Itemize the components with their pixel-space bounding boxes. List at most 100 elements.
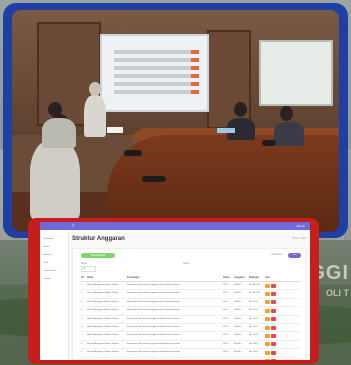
table-cell: 850000 bbox=[234, 317, 241, 320]
delete-icon[interactable] bbox=[271, 342, 276, 347]
table-cell: 850000 bbox=[234, 325, 241, 328]
delete-icon[interactable] bbox=[271, 308, 276, 313]
breadcrumb[interactable]: Home / Data bbox=[292, 237, 306, 240]
table-row: 1 Struktur Anggaran Belanja Daerah Keteran… bbox=[81, 282, 301, 291]
menu-icon[interactable]: ≡ bbox=[72, 224, 74, 228]
col-header[interactable]: Tahun bbox=[223, 275, 234, 281]
attendee-right-2 bbox=[274, 122, 304, 146]
search-button[interactable]: Cari bbox=[288, 253, 301, 258]
table-row: 3 Struktur Anggaran Belanja Daerah Keteran… bbox=[81, 299, 301, 308]
microphone bbox=[262, 140, 276, 146]
col-header[interactable]: Keterangan bbox=[127, 275, 223, 281]
edit-icon[interactable] bbox=[265, 308, 270, 313]
table-cell: Keterangan data struktur anggaran daerah… bbox=[127, 309, 181, 312]
edit-icon[interactable] bbox=[265, 283, 270, 288]
table-cell: Rp 4.000 bbox=[249, 300, 258, 303]
table-cell: Keterangan data struktur anggaran daerah… bbox=[127, 300, 181, 303]
table-row: 10Struktur Anggaran Belanja DaerahKetera… bbox=[81, 358, 301, 360]
row-actions bbox=[265, 341, 301, 348]
table-row: 2 Struktur Anggaran Belanja Daerah Keteran… bbox=[81, 290, 301, 299]
table-cell: Rp 4.000 bbox=[249, 309, 258, 312]
table-cell: 850000 bbox=[234, 284, 241, 286]
table-cell: Keterangan data struktur anggaran daerah… bbox=[127, 317, 181, 320]
attendee-right-2-head bbox=[280, 106, 293, 121]
top-bar: ≡ Admin bbox=[40, 222, 310, 230]
table-cell: 850000 bbox=[234, 334, 241, 337]
delete-icon[interactable] bbox=[271, 283, 276, 288]
table-row: 9 Struktur Anggaran Belanja Daerah Keteran… bbox=[81, 349, 301, 358]
table-cell: 2023 bbox=[223, 300, 228, 303]
sidebar-item-4[interactable]: Layanan Data bbox=[43, 270, 57, 272]
user-label[interactable]: Admin bbox=[296, 224, 305, 228]
table-row: 4 Struktur Anggaran Belanja Daerah Keteran… bbox=[81, 307, 301, 316]
table-cell: Rp 4.000 bbox=[249, 358, 265, 361]
table-cell: 850000 bbox=[234, 351, 241, 354]
col-header[interactable]: Realisasi bbox=[249, 275, 265, 281]
delete-icon[interactable] bbox=[271, 292, 276, 297]
table-row: 6 Struktur Anggaran Belanja Daerah Keteran… bbox=[81, 324, 301, 333]
table-cell: 2023 bbox=[223, 334, 228, 337]
table-cell: Struktur Anggaran Belanja Daerah bbox=[87, 317, 119, 320]
table-cell: Rp 920.000 bbox=[249, 292, 260, 295]
edit-icon[interactable] bbox=[265, 359, 270, 360]
entries-select[interactable]: 10 bbox=[81, 266, 96, 272]
table-cell: Rp 4.000 bbox=[249, 317, 258, 320]
edit-icon[interactable] bbox=[265, 342, 270, 347]
edit-icon[interactable] bbox=[265, 300, 270, 305]
edit-icon[interactable] bbox=[265, 334, 270, 339]
sidebar-item-3[interactable]: Profil bbox=[43, 262, 48, 264]
row-actions bbox=[265, 316, 301, 323]
table-cell: Struktur Anggaran Belanja Daerah bbox=[87, 309, 119, 312]
table-cell: Keterangan data struktur anggaran daerah… bbox=[127, 284, 181, 286]
add-data-button[interactable]: Tambah Data bbox=[81, 253, 115, 258]
attendee-left-2-head bbox=[48, 102, 62, 117]
edit-icon[interactable] bbox=[265, 317, 270, 322]
attendee-left-1 bbox=[30, 140, 80, 220]
table-cell: 2023 bbox=[223, 309, 228, 312]
sidebar-item-2[interactable]: Informasi bbox=[43, 254, 52, 256]
row-actions bbox=[265, 282, 301, 289]
sidebar-item-5[interactable]: Lainnya bbox=[43, 278, 51, 280]
table-cell: Struktur Anggaran Belanja Daerah bbox=[87, 300, 119, 303]
row-actions bbox=[265, 290, 301, 297]
delete-icon[interactable] bbox=[271, 359, 276, 360]
row-actions bbox=[265, 349, 301, 356]
microphone bbox=[124, 150, 142, 156]
table-cell: Struktur Anggaran Belanja Daerah bbox=[87, 351, 119, 354]
table-cell: 2023 bbox=[223, 292, 228, 295]
edit-icon[interactable] bbox=[265, 350, 270, 355]
table-cell: Keterangan data struktur anggaran daerah… bbox=[127, 351, 181, 354]
table-cell: Struktur Anggaran Belanja Daerah bbox=[87, 325, 119, 328]
edit-icon[interactable] bbox=[265, 325, 270, 330]
table-cell: Struktur Anggaran Belanja Daerah bbox=[87, 342, 119, 345]
table-cell: Keterangan data struktur anggaran daerah… bbox=[127, 325, 181, 328]
table-cell: Struktur Anggaran Belanja Daerah bbox=[87, 284, 119, 286]
table-cell: 2023 bbox=[223, 351, 228, 354]
filter-label: Show bbox=[81, 262, 87, 265]
table-cell: Keterangan data struktur anggaran daerah… bbox=[127, 292, 181, 295]
app-window: ≡ Admin Dashboard Master Informasi Profi… bbox=[40, 222, 310, 360]
delete-icon[interactable] bbox=[271, 325, 276, 330]
backdrop-sign-sub: OLI T bbox=[326, 288, 349, 298]
row-actions bbox=[265, 307, 301, 314]
delete-icon[interactable] bbox=[271, 350, 276, 355]
presenter bbox=[84, 95, 106, 137]
edit-icon[interactable] bbox=[265, 292, 270, 297]
page-title: Struktur Anggaran bbox=[72, 236, 125, 242]
delete-icon[interactable] bbox=[271, 300, 276, 305]
sidebar-item-0[interactable]: Dashboard bbox=[43, 238, 54, 240]
table-cell: Rp 4.000 bbox=[249, 325, 258, 328]
row-actions bbox=[265, 324, 301, 331]
col-header[interactable]: Anggaran bbox=[234, 275, 249, 281]
table-header: No Nama Keterangan Tahun Anggaran Realis… bbox=[81, 275, 301, 282]
main-content: Struktur Anggaran Home / Data Tambah Dat… bbox=[68, 230, 310, 360]
delete-icon[interactable] bbox=[271, 317, 276, 322]
sidebar-item-1[interactable]: Master bbox=[43, 246, 50, 248]
col-header[interactable]: Nama bbox=[87, 275, 127, 281]
delete-icon[interactable] bbox=[271, 334, 276, 339]
attendee-left-2 bbox=[42, 118, 76, 148]
row-actions bbox=[265, 358, 301, 360]
search-input[interactable]: Cari data... bbox=[271, 253, 283, 256]
row-actions bbox=[265, 299, 301, 306]
table-row: 8 Struktur Anggaran Belanja Daerah Keteran… bbox=[81, 341, 301, 350]
